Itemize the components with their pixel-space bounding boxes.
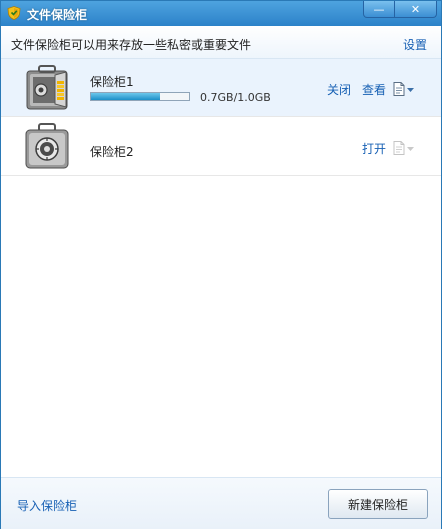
description-bar: 文件保险柜可以用来存放一些私密或重要文件 设置 <box>1 26 441 59</box>
footer-bar: 导入保险柜 新建保险柜 <box>1 477 441 529</box>
usage-text: 0.7GB/1.0GB <box>200 91 271 104</box>
usage-progress-bar <box>90 92 190 101</box>
window-title: 文件保险柜 <box>27 8 88 22</box>
safe-name: 保险柜2 <box>90 145 134 159</box>
minimize-icon: — <box>373 2 385 16</box>
view-safe-link[interactable]: 查看 <box>362 81 386 98</box>
open-safe-link[interactable]: 打开 <box>362 140 386 157</box>
document-dropdown-icon[interactable] <box>392 82 416 96</box>
close-window-button[interactable]: ✕ <box>395 1 437 18</box>
close-icon: ✕ <box>410 2 421 16</box>
document-dropdown-icon[interactable] <box>392 141 416 155</box>
new-safe-button-label: 新建保险柜 <box>347 497 408 512</box>
shield-icon <box>7 6 21 20</box>
import-safe-link[interactable]: 导入保险柜 <box>17 497 77 514</box>
open-safe-icon <box>26 65 68 110</box>
window-controls: — ✕ <box>363 1 437 18</box>
safe-name: 保险柜1 <box>90 75 134 89</box>
description-text: 文件保险柜可以用来存放一些私密或重要文件 <box>11 38 252 52</box>
safe-row-1[interactable]: 保险柜1 0.7GB/1.0GB 关闭 查看 <box>1 59 441 117</box>
usage-progress-fill <box>91 93 160 100</box>
locked-safe-icon <box>25 123 69 169</box>
safe-row-2[interactable]: 保险柜2 打开 <box>1 118 441 176</box>
file-vault-window: 文件保险柜 — ✕ 文件保险柜可以用来存放一些私密或重要文件 设置 保险柜1 0… <box>0 0 442 529</box>
title-bar[interactable]: 文件保险柜 — ✕ <box>1 1 441 26</box>
close-safe-link[interactable]: 关闭 <box>327 81 351 98</box>
new-safe-button[interactable]: 新建保险柜 <box>328 489 428 519</box>
settings-link[interactable]: 设置 <box>403 36 427 53</box>
minimize-button[interactable]: — <box>363 1 395 18</box>
